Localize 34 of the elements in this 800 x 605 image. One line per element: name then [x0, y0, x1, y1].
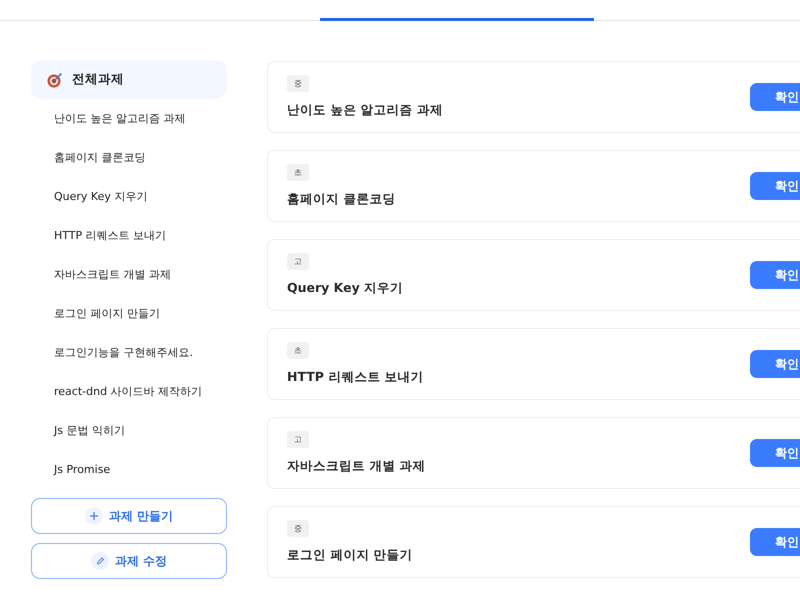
task-title: 자바스크립트 개별 과제: [287, 458, 426, 475]
confirm-button[interactable]: 확인: [750, 83, 800, 111]
create-task-button[interactable]: 과제 만들기: [31, 498, 227, 534]
level-badge: 초: [287, 342, 309, 359]
sidebar-item[interactable]: HTTP 리퀘스트 보내기: [31, 216, 227, 255]
task-title: 난이도 높은 알고리즘 과제: [287, 102, 444, 119]
task-title: Query Key 지우기: [287, 280, 404, 297]
confirm-button[interactable]: 확인: [750, 261, 800, 289]
confirm-button[interactable]: 확인: [750, 439, 800, 467]
edit-task-button[interactable]: 과제 수정: [31, 543, 227, 579]
sidebar-item[interactable]: Js Promise: [31, 450, 227, 489]
task-title: 홈페이지 클론코딩: [287, 191, 396, 208]
pencil-icon: [90, 552, 109, 570]
level-badge: 고: [287, 253, 309, 270]
confirm-button[interactable]: 확인: [750, 528, 800, 556]
level-badge: 중: [287, 520, 309, 537]
sidebar-item[interactable]: 홈페이지 클론코딩: [31, 138, 227, 177]
level-badge: 초: [287, 164, 309, 181]
target-icon: [46, 72, 64, 88]
sidebar-item[interactable]: 로그인 페이지 만들기: [31, 294, 227, 333]
confirm-button[interactable]: 확인: [750, 350, 800, 378]
plus-icon: [84, 507, 103, 525]
sidebar-item[interactable]: 전체과제: [31, 60, 227, 99]
sidebar-item[interactable]: Query Key 지우기: [31, 177, 227, 216]
confirm-button[interactable]: 확인: [750, 172, 800, 200]
sidebar-item[interactable]: 자바스크립트 개별 과제: [31, 255, 227, 294]
task-title: 로그인 페이지 만들기: [287, 547, 413, 564]
sidebar-item[interactable]: Js 문법 익히기: [31, 411, 227, 450]
sidebar-item[interactable]: 난이도 높은 알고리즘 과제: [31, 99, 227, 138]
sidebar-item[interactable]: react-dnd 사이드바 제작하기: [31, 372, 227, 411]
level-badge: 고: [287, 431, 309, 448]
task-title: HTTP 리퀘스트 보내기: [287, 369, 424, 386]
sidebar-item[interactable]: 로그인기능을 구현해주세요.: [31, 333, 227, 372]
level-badge: 중: [287, 75, 309, 92]
